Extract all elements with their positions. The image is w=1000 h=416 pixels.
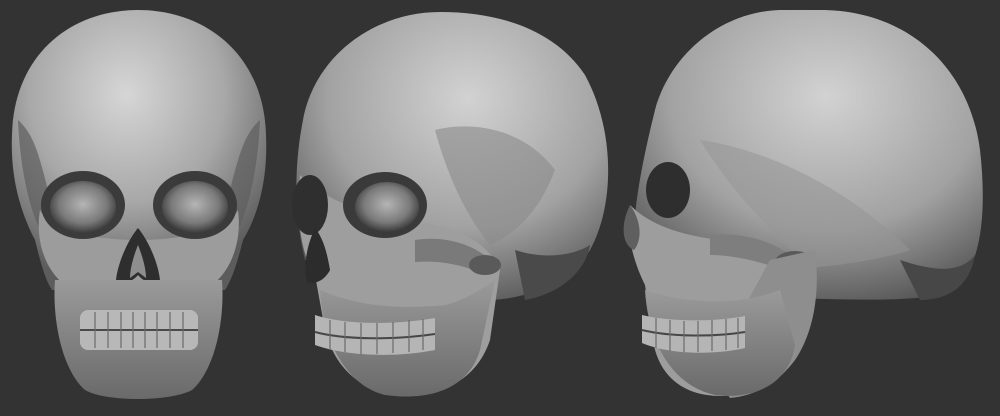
skull-side-view: [620, 0, 1000, 416]
skull-side: [623, 10, 983, 398]
render-viewport: [0, 0, 1000, 416]
skull-front-view: [0, 0, 280, 416]
skull-front: [11, 10, 267, 399]
skull-three-quarter: [292, 12, 609, 397]
skull-three-quarter-view: [285, 0, 620, 416]
